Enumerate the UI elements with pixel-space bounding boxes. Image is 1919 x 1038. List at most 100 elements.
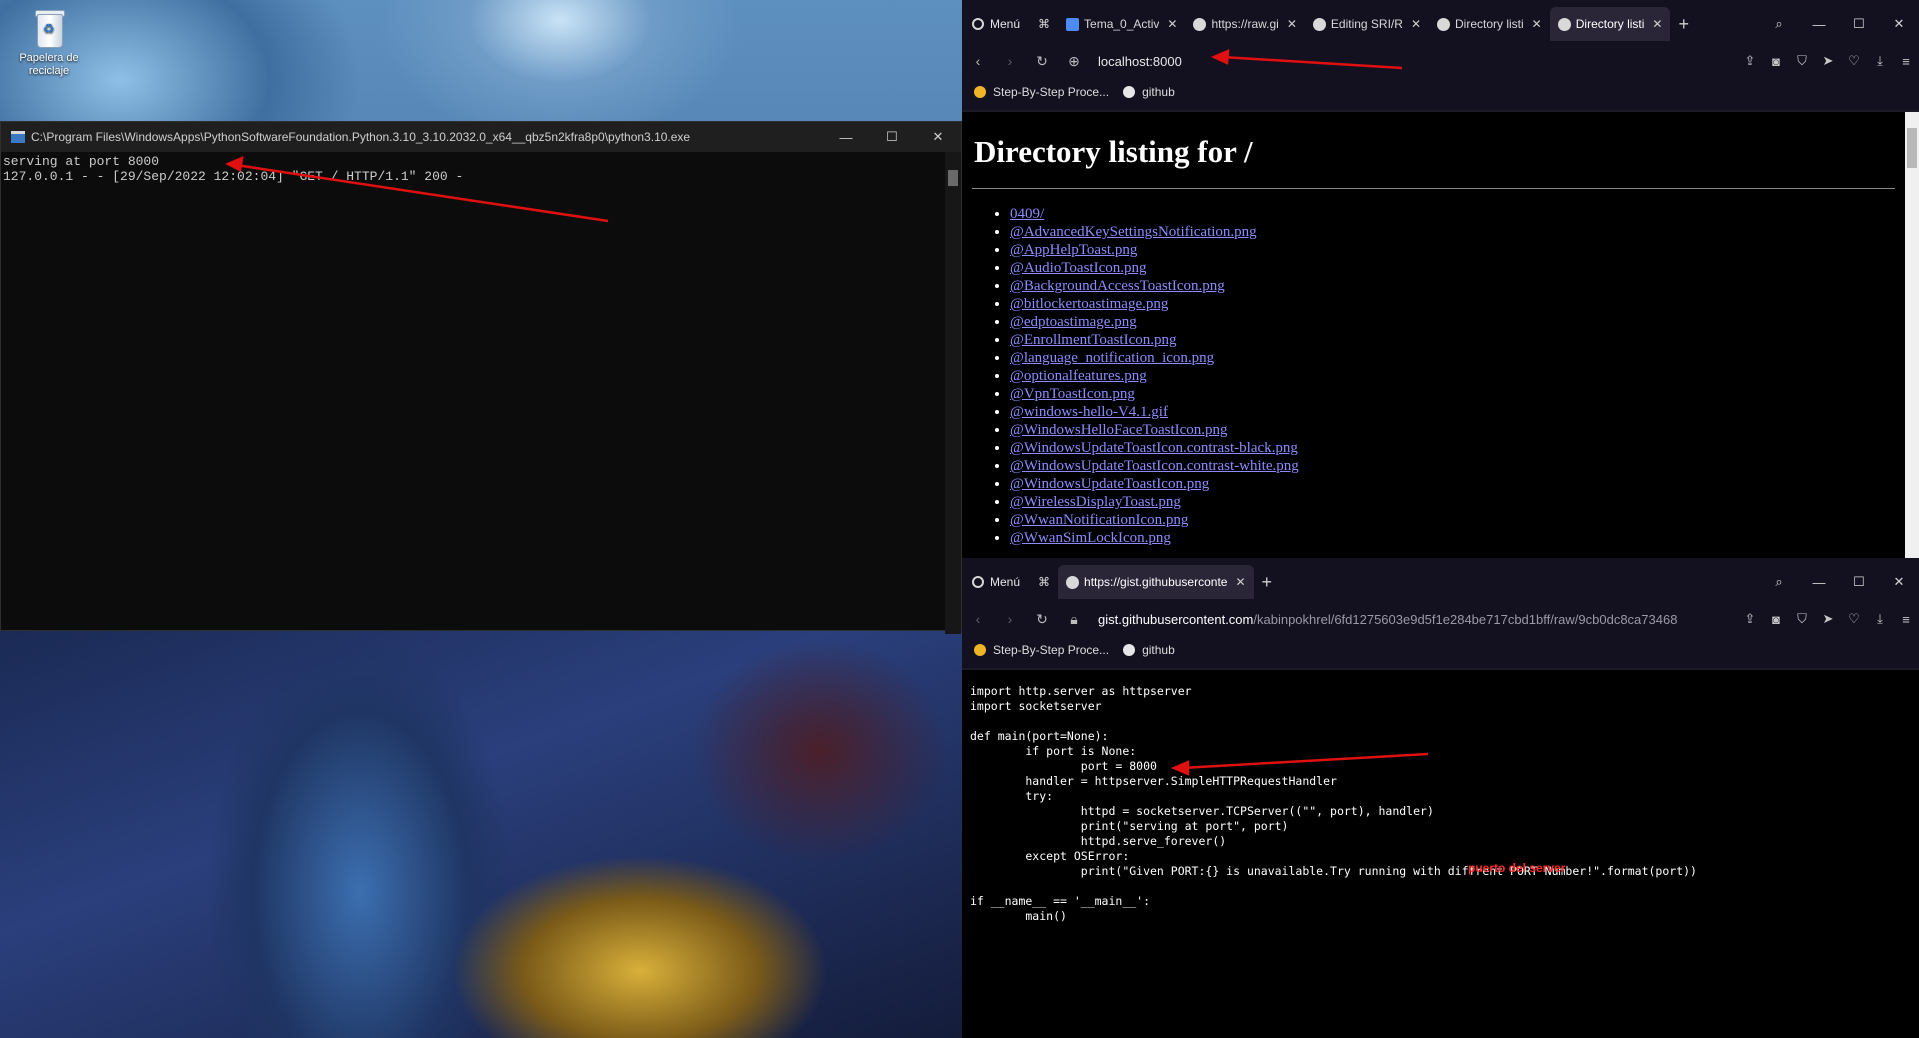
site-info-icon[interactable]: ⊕ xyxy=(1058,53,1090,70)
bookmark-label: Step-By-Step Proce... xyxy=(993,85,1110,99)
reload-icon[interactable]: ↻ xyxy=(1026,611,1058,628)
recycle-bin-icon: ♻ xyxy=(32,8,66,48)
tab-close-icon[interactable]: ✕ xyxy=(1652,17,1662,31)
file-link[interactable]: @optionalfeatures.png xyxy=(1010,368,1147,384)
terminal-scrollbar[interactable] xyxy=(945,152,961,634)
file-link[interactable]: @windows-hello-V4.1.gif xyxy=(1010,404,1168,420)
file-link[interactable]: @EnrollmentToastIcon.png xyxy=(1010,332,1176,348)
tab-gist-active[interactable]: https://gist.githubuserconte ✕ xyxy=(1058,565,1254,599)
gx-icon[interactable]: ⌘ xyxy=(1030,7,1058,41)
opera-menu-button[interactable]: Menú xyxy=(962,575,1030,589)
bookmark-step-by-step[interactable]: Step-By-Step Proce... xyxy=(974,85,1109,99)
send-icon[interactable]: ➤ xyxy=(1815,611,1841,627)
opera-logo-icon xyxy=(972,576,984,588)
file-link[interactable]: @VpnToastIcon.png xyxy=(1010,386,1135,402)
bookmark-step-by-step[interactable]: Step-By-Step Proce... xyxy=(974,643,1109,657)
back-icon[interactable]: ‹ xyxy=(962,53,994,69)
tab-4[interactable]: Directory listi ✕ xyxy=(1429,7,1550,41)
download-icon[interactable]: ⤓ xyxy=(1867,611,1893,627)
file-link[interactable]: @edptoastimage.png xyxy=(1010,314,1137,330)
page-heading: Directory listing for / xyxy=(974,134,1253,169)
tab-bar: Menú ⌘ Tema_0_Activ ✕ https://raw.gi ✕ Edi… xyxy=(962,0,1919,48)
maximize-icon[interactable]: ☐ xyxy=(869,129,915,145)
tab-close-icon[interactable]: ✕ xyxy=(1167,17,1177,31)
new-tab-icon[interactable]: + xyxy=(1254,572,1281,593)
file-link[interactable]: @AppHelpToast.png xyxy=(1010,242,1137,258)
url-path: /kabinpokhrel/6fd1275603e9d5f1e284be717c… xyxy=(1253,611,1678,627)
opera-menu-button[interactable]: Menú xyxy=(962,17,1030,31)
file-link[interactable]: @AdvancedKeySettingsNotification.png xyxy=(1010,224,1257,240)
download-icon[interactable]: ⤓ xyxy=(1867,53,1893,69)
close-icon[interactable]: ✕ xyxy=(1879,16,1919,32)
minimize-icon[interactable]: — xyxy=(823,130,869,145)
file-link[interactable]: @WwanSimLockIcon.png xyxy=(1010,530,1171,546)
tab-2[interactable]: https://raw.gi ✕ xyxy=(1185,7,1304,41)
reload-icon[interactable]: ↻ xyxy=(1026,53,1058,70)
settings-menu-icon[interactable]: ≡ xyxy=(1893,54,1919,69)
minimize-icon[interactable]: — xyxy=(1799,575,1839,590)
close-icon[interactable]: ✕ xyxy=(1879,574,1919,590)
file-link[interactable]: @WindowsUpdateToastIcon.contrast-black.p… xyxy=(1010,440,1298,456)
settings-menu-icon[interactable]: ≡ xyxy=(1893,612,1919,627)
search-tabs-icon[interactable]: ⌕ xyxy=(1759,574,1799,590)
file-link[interactable]: 0409/ xyxy=(1010,206,1044,222)
doc-icon xyxy=(1066,17,1080,31)
tab-close-icon[interactable]: ✕ xyxy=(1411,17,1421,31)
python-source-code: import http.server as httpserver import … xyxy=(970,684,1697,923)
file-list-item: @AppHelpToast.png xyxy=(1010,241,1919,259)
page-scrollbar[interactable] xyxy=(1905,112,1919,558)
address-bar: ‹ › ↻ 🔒︎ gist.githubusercontent.com/kabi… xyxy=(962,606,1919,632)
maximize-icon[interactable]: ☐ xyxy=(1839,574,1879,590)
back-icon[interactable]: ‹ xyxy=(962,611,994,627)
tab-1[interactable]: Tema_0_Activ ✕ xyxy=(1058,7,1185,41)
file-link[interactable]: @BackgroundAccessToastIcon.png xyxy=(1010,278,1225,294)
heart-icon[interactable]: ♡ xyxy=(1841,611,1867,627)
file-link[interactable]: @AudioToastIcon.png xyxy=(1010,260,1147,276)
browser-window-bottom[interactable]: Menú ⌘ https://gist.githubuserconte ✕ + ⌕… xyxy=(962,558,1919,1038)
terminal-titlebar[interactable]: C:\Program Files\WindowsApps\PythonSoftw… xyxy=(1,122,961,152)
file-link[interactable]: @WirelessDisplayToast.png xyxy=(1010,494,1181,510)
heart-icon[interactable]: ♡ xyxy=(1841,53,1867,69)
new-tab-icon[interactable]: + xyxy=(1670,14,1697,35)
tab-5-active[interactable]: Directory listi ✕ xyxy=(1549,7,1671,41)
terminal-output[interactable]: serving at port 8000 127.0.0.1 - - [29/Se… xyxy=(1,152,961,634)
scroll-thumb[interactable] xyxy=(948,170,958,186)
maximize-icon[interactable]: ☐ xyxy=(1839,16,1879,32)
lock-icon[interactable]: 🔒︎ xyxy=(1058,611,1090,628)
forward-icon[interactable]: › xyxy=(994,53,1026,69)
file-link[interactable]: @language_notification_icon.png xyxy=(1010,350,1214,366)
file-list-item: @WwanSimLockIcon.png xyxy=(1010,529,1919,547)
bookmark-github[interactable]: github xyxy=(1123,85,1175,99)
file-link[interactable]: @WindowsUpdateToastIcon.contrast-white.p… xyxy=(1010,458,1299,474)
camera-icon[interactable]: ◙ xyxy=(1763,54,1789,69)
url-field[interactable]: gist.githubusercontent.com/kabinpokhrel/… xyxy=(1090,612,1737,627)
file-link[interactable]: @WindowsHelloFaceToastIcon.png xyxy=(1010,422,1228,438)
forward-icon[interactable]: › xyxy=(994,611,1026,627)
share-icon[interactable]: ⇪ xyxy=(1737,53,1763,69)
browser-window-top[interactable]: Menú ⌘ Tema_0_Activ ✕ https://raw.gi ✕ Edi… xyxy=(962,0,1919,558)
file-link[interactable]: @bitlockertoastimage.png xyxy=(1010,296,1168,312)
globe-icon xyxy=(1437,17,1450,31)
minimize-icon[interactable]: — xyxy=(1799,17,1839,32)
share-icon[interactable]: ⇪ xyxy=(1737,611,1763,627)
bookmark-github[interactable]: github xyxy=(1123,643,1175,657)
url-field[interactable]: localhost:8000 xyxy=(1090,54,1737,69)
gx-icon[interactable]: ⌘ xyxy=(1030,565,1058,599)
python-terminal-window[interactable]: C:\Program Files\WindowsApps\PythonSoftw… xyxy=(0,121,962,634)
camera-icon[interactable]: ◙ xyxy=(1763,612,1789,627)
search-tabs-icon[interactable]: ⌕ xyxy=(1759,16,1799,32)
tab-close-icon[interactable]: ✕ xyxy=(1287,17,1297,31)
file-link[interactable]: @WindowsUpdateToastIcon.png xyxy=(1010,476,1209,492)
recycle-bin-shortcut[interactable]: ♻ Papelera de reciclaje xyxy=(10,8,88,78)
shield-icon[interactable]: ⛉ xyxy=(1789,611,1815,627)
scroll-thumb[interactable] xyxy=(1907,128,1917,168)
tab-close-icon[interactable]: ✕ xyxy=(1235,575,1245,589)
file-list-item: @edptoastimage.png xyxy=(1010,313,1919,331)
close-icon[interactable]: ✕ xyxy=(915,129,961,145)
file-list-item: @VpnToastIcon.png xyxy=(1010,385,1919,403)
shield-icon[interactable]: ⛉ xyxy=(1789,53,1815,69)
send-icon[interactable]: ➤ xyxy=(1815,53,1841,69)
tab-3[interactable]: Editing SRI/R ✕ xyxy=(1305,7,1429,41)
tab-close-icon[interactable]: ✕ xyxy=(1532,17,1542,31)
file-link[interactable]: @WwanNotificationIcon.png xyxy=(1010,512,1188,528)
